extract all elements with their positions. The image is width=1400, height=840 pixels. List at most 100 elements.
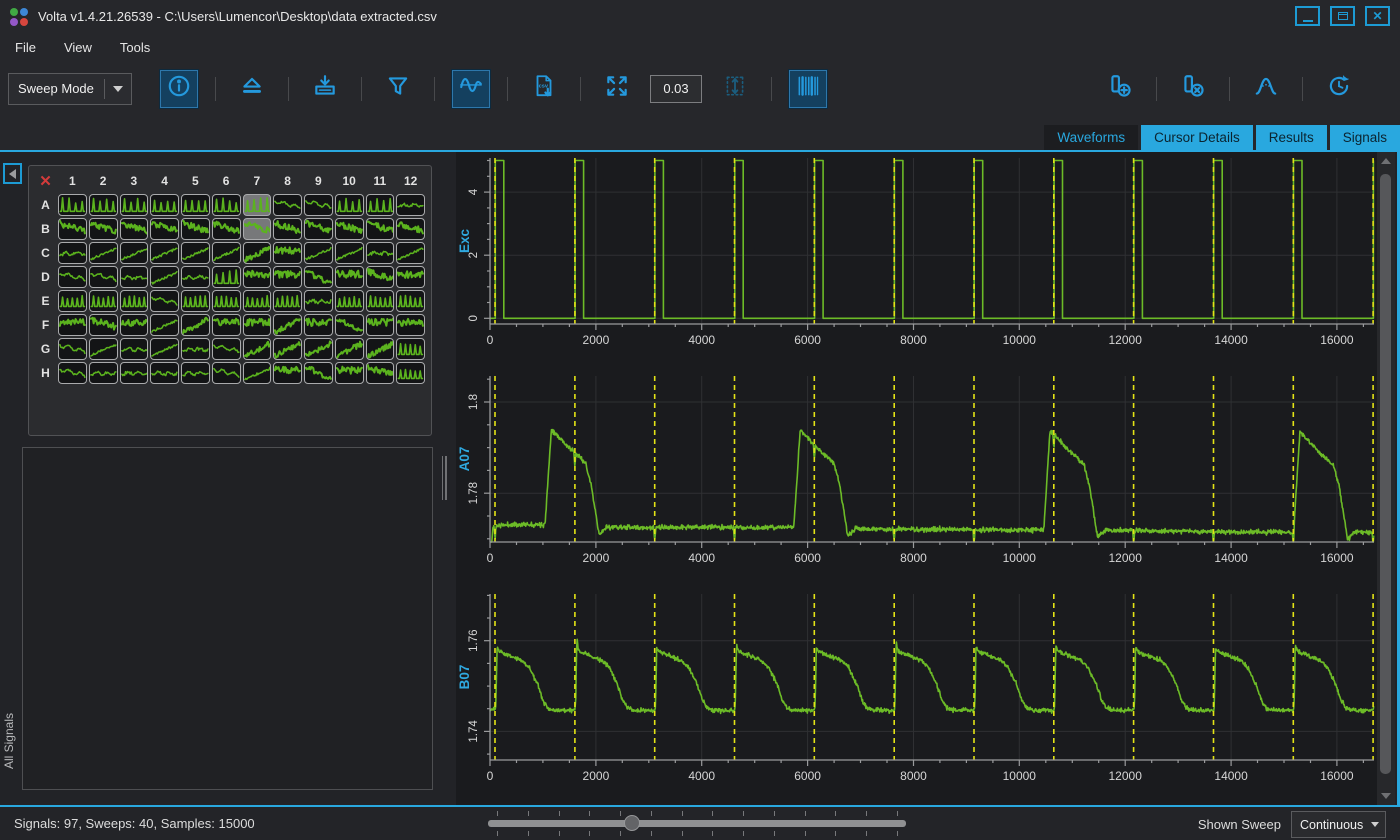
history-button[interactable] — [1320, 70, 1358, 108]
menu-tools[interactable]: Tools — [120, 40, 150, 55]
well-cell-G3[interactable] — [120, 338, 149, 360]
well-cell-E10[interactable] — [335, 290, 364, 312]
well-cell-B10[interactable] — [335, 218, 364, 240]
well-cell-D10[interactable] — [335, 266, 364, 288]
well-cell-C11[interactable] — [366, 242, 395, 264]
well-cell-F10[interactable] — [335, 314, 364, 336]
well-cell-H10[interactable] — [335, 362, 364, 384]
well-cell-H2[interactable] — [89, 362, 118, 384]
well-cell-H1[interactable] — [58, 362, 87, 384]
well-cell-B6[interactable] — [212, 218, 241, 240]
well-cell-H12[interactable] — [396, 362, 425, 384]
well-cell-D1[interactable] — [58, 266, 87, 288]
well-cell-H9[interactable] — [304, 362, 333, 384]
well-cell-G5[interactable] — [181, 338, 210, 360]
well-cell-B11[interactable] — [366, 218, 395, 240]
well-cell-C1[interactable] — [58, 242, 87, 264]
slider-handle[interactable] — [624, 815, 640, 831]
well-cell-C10[interactable] — [335, 242, 364, 264]
collapse-panel-button[interactable] — [3, 163, 22, 184]
well-cell-E6[interactable] — [212, 290, 241, 312]
well-cell-H4[interactable] — [150, 362, 179, 384]
well-cell-H11[interactable] — [366, 362, 395, 384]
well-cell-D8[interactable] — [273, 266, 302, 288]
well-cell-B7[interactable] — [243, 218, 272, 240]
well-cell-H7[interactable] — [243, 362, 272, 384]
well-cell-A4[interactable] — [150, 194, 179, 216]
well-cell-C9[interactable] — [304, 242, 333, 264]
chart-b07[interactable]: 02000400060008000100001200014000160001.7… — [456, 588, 1378, 806]
well-cell-D4[interactable] — [150, 266, 179, 288]
well-cell-F1[interactable] — [58, 314, 87, 336]
well-cell-E11[interactable] — [366, 290, 395, 312]
well-cell-H5[interactable] — [181, 362, 210, 384]
well-cell-A10[interactable] — [335, 194, 364, 216]
well-cell-F11[interactable] — [366, 314, 395, 336]
sweep-mode-select[interactable]: Sweep Mode — [8, 73, 132, 105]
well-cell-F8[interactable] — [273, 314, 302, 336]
tab-signals[interactable]: Signals — [1330, 125, 1400, 150]
well-cell-F4[interactable] — [150, 314, 179, 336]
well-cell-C12[interactable] — [396, 242, 425, 264]
well-cell-F12[interactable] — [396, 314, 425, 336]
well-cell-A9[interactable] — [304, 194, 333, 216]
well-cell-G10[interactable] — [335, 338, 364, 360]
well-cell-G9[interactable] — [304, 338, 333, 360]
chevron-down-icon[interactable] — [1371, 822, 1379, 827]
well-cell-A3[interactable] — [120, 194, 149, 216]
well-cell-H6[interactable] — [212, 362, 241, 384]
well-cell-B9[interactable] — [304, 218, 333, 240]
slider-track[interactable] — [488, 820, 906, 827]
well-cell-G6[interactable] — [212, 338, 241, 360]
well-cell-D7[interactable] — [243, 266, 272, 288]
well-cell-A2[interactable] — [89, 194, 118, 216]
well-cell-B12[interactable] — [396, 218, 425, 240]
well-cell-D9[interactable] — [304, 266, 333, 288]
well-cell-G11[interactable] — [366, 338, 395, 360]
well-cell-E9[interactable] — [304, 290, 333, 312]
scale-value-input[interactable] — [650, 75, 702, 103]
well-cell-C5[interactable] — [181, 242, 210, 264]
panel-splitter[interactable] — [440, 456, 448, 500]
chart-a07[interactable]: 02000400060008000100001200014000160001.7… — [456, 370, 1378, 588]
barcode-button[interactable] — [789, 70, 827, 108]
well-cell-F7[interactable] — [243, 314, 272, 336]
well-cell-F6[interactable] — [212, 314, 241, 336]
minimize-button[interactable] — [1295, 6, 1320, 26]
well-cell-A6[interactable] — [212, 194, 241, 216]
remove-signal-button[interactable] — [1174, 70, 1212, 108]
well-cell-G4[interactable] — [150, 338, 179, 360]
all-signals-tab[interactable]: All Signals — [2, 713, 16, 769]
chart-a07-canvas[interactable]: 02000400060008000100001200014000160001.7… — [456, 370, 1378, 588]
well-cell-E4[interactable] — [150, 290, 179, 312]
scroll-up-button[interactable] — [1377, 154, 1395, 168]
well-cell-D5[interactable] — [181, 266, 210, 288]
well-cell-G2[interactable] — [89, 338, 118, 360]
well-cell-A8[interactable] — [273, 194, 302, 216]
well-cell-C6[interactable] — [212, 242, 241, 264]
well-cell-E8[interactable] — [273, 290, 302, 312]
sweep-slider[interactable] — [488, 807, 906, 840]
well-cell-A12[interactable] — [396, 194, 425, 216]
well-cell-A5[interactable] — [181, 194, 210, 216]
scrollbar-thumb[interactable] — [1380, 174, 1391, 774]
well-cell-C3[interactable] — [120, 242, 149, 264]
chart-exc[interactable]: 0200040006000800010000120001400016000024… — [456, 152, 1378, 370]
well-cell-G1[interactable] — [58, 338, 87, 360]
expand-button[interactable] — [598, 70, 636, 108]
well-cell-F2[interactable] — [89, 314, 118, 336]
well-cell-D3[interactable] — [120, 266, 149, 288]
well-cell-F9[interactable] — [304, 314, 333, 336]
well-cell-A7[interactable] — [243, 194, 272, 216]
well-cell-E2[interactable] — [89, 290, 118, 312]
v-fit-button[interactable] — [716, 70, 754, 108]
menu-file[interactable]: File — [15, 40, 36, 55]
well-cell-B3[interactable] — [120, 218, 149, 240]
well-cell-C2[interactable] — [89, 242, 118, 264]
well-cell-A11[interactable] — [366, 194, 395, 216]
well-cell-A1[interactable] — [58, 194, 87, 216]
close-button[interactable]: ✕ — [1365, 6, 1390, 26]
vertical-scrollbar[interactable] — [1377, 152, 1395, 805]
well-cell-F5[interactable] — [181, 314, 210, 336]
well-cell-B8[interactable] — [273, 218, 302, 240]
